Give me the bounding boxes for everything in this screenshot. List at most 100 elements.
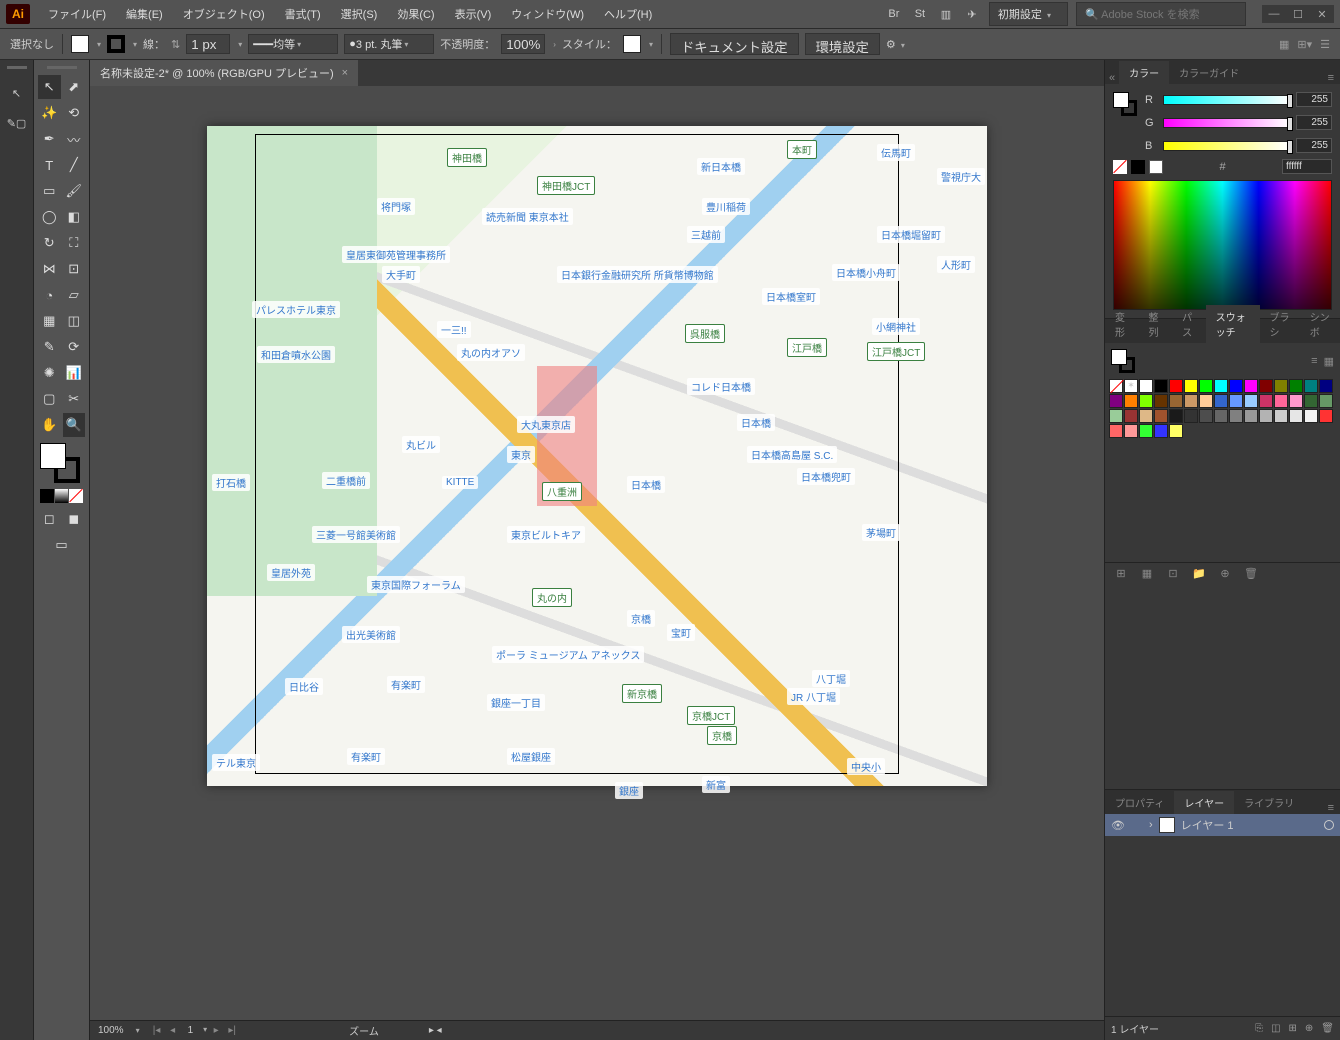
- swatch-36[interactable]: [1229, 409, 1243, 423]
- swatch-45[interactable]: [1139, 424, 1153, 438]
- swatch-7[interactable]: [1244, 379, 1258, 393]
- screen-mode[interactable]: ▭: [50, 533, 74, 557]
- swatch-34[interactable]: [1199, 409, 1213, 423]
- graph-tool[interactable]: 📊: [63, 361, 86, 385]
- swatch-27[interactable]: [1319, 394, 1333, 408]
- maximize-button[interactable]: ☐: [1286, 5, 1310, 23]
- swatch-29[interactable]: [1124, 409, 1138, 423]
- swatch-32[interactable]: [1169, 409, 1183, 423]
- swatch-43[interactable]: [1109, 424, 1123, 438]
- tab-pathfinder[interactable]: パス: [1172, 305, 1206, 343]
- tab-color[interactable]: カラー: [1119, 61, 1169, 84]
- swatch-none[interactable]: [1109, 379, 1123, 393]
- perspective-tool[interactable]: ▱: [63, 283, 86, 307]
- make-clip-icon[interactable]: ◫: [1271, 1023, 1280, 1034]
- brush-select[interactable]: ● 3 pt. 丸筆 ▾: [344, 34, 434, 54]
- swatch-39[interactable]: [1274, 409, 1288, 423]
- swatch-menu-icon[interactable]: ▦: [1139, 567, 1155, 580]
- swatch-25[interactable]: [1289, 394, 1303, 408]
- swatch-16[interactable]: [1154, 394, 1168, 408]
- layer-name[interactable]: レイヤー 1: [1181, 817, 1234, 833]
- swatch-lib-icon[interactable]: ⊞: [1113, 567, 1129, 580]
- tab-properties[interactable]: プロパティ: [1105, 791, 1174, 814]
- menu-select[interactable]: 選択(S): [331, 2, 388, 26]
- menu-type[interactable]: 書式(T): [275, 2, 331, 26]
- swatch-13[interactable]: [1109, 394, 1123, 408]
- transform-icon[interactable]: ⊞▾: [1297, 38, 1312, 51]
- draw-mode-behind[interactable]: ◼: [63, 507, 86, 531]
- fill-stroke-control[interactable]: [40, 443, 80, 483]
- swatch-17[interactable]: [1169, 394, 1183, 408]
- swatch-28[interactable]: [1109, 409, 1123, 423]
- channel-R-slider[interactable]: [1163, 95, 1290, 105]
- swatch-registration[interactable]: ✶: [1124, 379, 1138, 393]
- swatch-4[interactable]: [1199, 379, 1213, 393]
- new-sublayer-icon[interactable]: ⊞: [1289, 1023, 1297, 1034]
- document-tab[interactable]: 名称未設定-2* @ 100% (RGB/GPU プレビュー) ×: [90, 60, 358, 86]
- tab-swatches[interactable]: スウォッチ: [1206, 305, 1260, 343]
- gradient-mode[interactable]: [55, 489, 69, 503]
- shaper-tool[interactable]: ◯: [38, 205, 61, 229]
- stroke-profile-select[interactable]: ━━━ 均等 ▾: [248, 34, 338, 54]
- swatch-delete-icon[interactable]: 🗑: [1243, 567, 1259, 580]
- tab-close-icon[interactable]: ×: [342, 67, 348, 79]
- zoom-tool[interactable]: 🔍: [63, 413, 86, 437]
- minimize-button[interactable]: —: [1262, 5, 1286, 23]
- document-setup-button[interactable]: ドキュメント設定: [670, 33, 799, 55]
- swatch-41[interactable]: [1304, 409, 1318, 423]
- swatch-22[interactable]: [1244, 394, 1258, 408]
- tab-symbols[interactable]: シンボ: [1300, 305, 1340, 343]
- menu-help[interactable]: ヘルプ(H): [594, 2, 662, 26]
- swatch-12[interactable]: [1319, 379, 1333, 393]
- arrange-icon[interactable]: ▥: [937, 5, 955, 23]
- swatch-options-icon[interactable]: ⊡: [1165, 567, 1181, 580]
- channel-B-value[interactable]: [1296, 138, 1332, 153]
- prefs-icon[interactable]: ⚙ ▾: [886, 38, 905, 51]
- first-artboard-button[interactable]: |◂: [150, 1025, 164, 1036]
- channel-G-value[interactable]: [1296, 115, 1332, 130]
- tab-transform[interactable]: 変形: [1105, 305, 1139, 343]
- delete-layer-icon[interactable]: 🗑: [1321, 1023, 1334, 1034]
- swatch-5[interactable]: [1214, 379, 1228, 393]
- tab-libraries[interactable]: ライブラリ: [1234, 791, 1304, 814]
- swatch-26[interactable]: [1304, 394, 1318, 408]
- mini-cursor-icon[interactable]: ↖: [7, 83, 27, 103]
- canvas-viewport[interactable]: 神田橋神田橋JCT本町新日本橋読売新聞 東京本社豊川稲荷三越前将門塚パレスホテル…: [90, 86, 1104, 1020]
- symbol-sprayer-tool[interactable]: ✺: [38, 361, 61, 385]
- style-swatch[interactable]: [623, 35, 641, 53]
- tab-color-guide[interactable]: カラーガイド: [1169, 61, 1249, 84]
- swatch-33[interactable]: [1184, 409, 1198, 423]
- menu-window[interactable]: ウィンドウ(W): [501, 2, 594, 26]
- swatch-46[interactable]: [1154, 424, 1168, 438]
- swatch-23[interactable]: [1259, 394, 1273, 408]
- menu-object[interactable]: オブジェクト(O): [173, 2, 275, 26]
- swatch-18[interactable]: [1184, 394, 1198, 408]
- zoom-level[interactable]: 100%: [98, 1025, 124, 1036]
- hex-input[interactable]: [1282, 159, 1332, 174]
- swatch-15[interactable]: [1139, 394, 1153, 408]
- swatch-grid-icon[interactable]: ▦: [1324, 355, 1334, 368]
- width-tool[interactable]: ⋈: [38, 257, 61, 281]
- slice-tool[interactable]: ✂: [63, 387, 86, 411]
- free-transform-tool[interactable]: ⊡: [63, 257, 86, 281]
- selection-tool[interactable]: ↖: [38, 75, 61, 99]
- last-artboard-button[interactable]: ▸|: [225, 1025, 239, 1036]
- tab-brushes[interactable]: ブラシ: [1260, 305, 1300, 343]
- magic-wand-tool[interactable]: ✨: [38, 101, 61, 125]
- swatch-44[interactable]: [1124, 424, 1138, 438]
- swatch-1[interactable]: [1154, 379, 1168, 393]
- eraser-tool[interactable]: ◧: [63, 205, 86, 229]
- swatch-42[interactable]: [1319, 409, 1333, 423]
- swatch-38[interactable]: [1259, 409, 1273, 423]
- swatch-11[interactable]: [1304, 379, 1318, 393]
- menu-file[interactable]: ファイル(F): [38, 2, 116, 26]
- opacity-input[interactable]: [501, 34, 545, 54]
- none-swatch[interactable]: [1113, 160, 1127, 174]
- layer-row[interactable]: 👁 › レイヤー 1: [1105, 814, 1340, 836]
- swatch-35[interactable]: [1214, 409, 1228, 423]
- swatch-new-icon[interactable]: ⊕: [1217, 567, 1233, 580]
- menu-view[interactable]: 表示(V): [445, 2, 502, 26]
- layer-target-icon[interactable]: [1324, 820, 1334, 830]
- hand-tool[interactable]: ✋: [38, 413, 61, 437]
- menu-icon[interactable]: ☰: [1320, 38, 1330, 51]
